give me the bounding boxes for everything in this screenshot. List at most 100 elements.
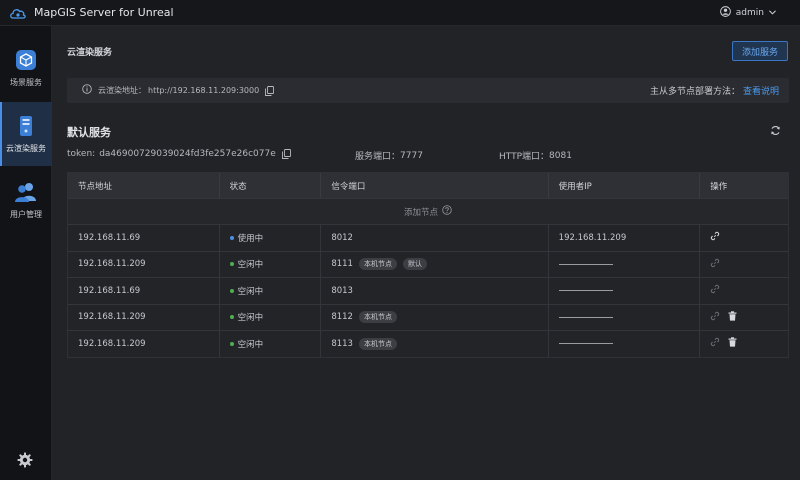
user-name: admin xyxy=(735,8,764,18)
status-text: 空闲中 xyxy=(237,260,264,271)
render-address-bar: 云渲染地址： http://192.168.11.209:3000 主从多节点部… xyxy=(67,78,789,103)
status-text: 空闲中 xyxy=(237,313,264,324)
node-address-cell: 192.168.11.209 xyxy=(68,304,220,330)
users-icon xyxy=(14,181,38,205)
empty-dash xyxy=(558,263,613,265)
sidebar-item-label: 云渲染服务 xyxy=(6,143,46,153)
signal-port: 8111 xyxy=(331,259,353,270)
signal-port-cell: 8112 本机节点 xyxy=(321,304,549,330)
link-icon[interactable] xyxy=(710,337,720,350)
top-bar: MapGIS Server for Unreal admin xyxy=(0,0,800,26)
refresh-icon[interactable] xyxy=(770,125,781,139)
service-port-info: 服务端口： 7777 xyxy=(355,149,423,163)
sidebar-item-user-management[interactable]: 用户管理 xyxy=(0,168,52,232)
actions-cell xyxy=(700,278,788,304)
trash-icon[interactable] xyxy=(728,337,737,350)
status-dot xyxy=(229,262,234,267)
signal-port-cell: 8012 xyxy=(321,225,549,251)
node-tag: 本机节点 xyxy=(358,311,397,324)
table-row: 192.168.11.69 空闲中 8013 xyxy=(68,277,788,304)
user-ip-cell xyxy=(549,278,701,304)
user-ip-cell xyxy=(549,331,701,357)
sidebar-item-scene-service[interactable]: 场景服务 xyxy=(0,36,52,100)
status-cell: 使用中 xyxy=(220,225,322,251)
node-tag: 本机节点 xyxy=(358,337,397,350)
sidebar-item-label: 场景服务 xyxy=(10,77,42,87)
app-title: MapGIS Server for Unreal xyxy=(34,6,174,19)
signal-port-cell: 8111 本机节点 默认 xyxy=(321,251,549,277)
signal-port-cell: 8113 本机节点 xyxy=(321,331,549,357)
actions-cell xyxy=(700,331,788,357)
http-port-info: HTTP端口： 8081 xyxy=(499,149,572,163)
cube-icon xyxy=(15,49,37,73)
user-ip-cell xyxy=(549,304,701,330)
sidebar-item-cloud-render[interactable]: 云渲染服务 xyxy=(0,102,52,166)
node-address-cell: 192.168.11.209 xyxy=(68,331,220,357)
render-address-label: 云渲染地址： xyxy=(98,86,146,95)
gear-icon[interactable] xyxy=(17,452,35,470)
column-header: 节点地址 xyxy=(68,173,220,198)
trash-icon[interactable] xyxy=(728,311,737,324)
user-menu[interactable]: admin xyxy=(719,0,776,26)
help-icon[interactable] xyxy=(442,205,452,218)
http-port-value: 8081 xyxy=(549,150,572,161)
signal-port: 8012 xyxy=(331,232,353,243)
column-header: 使用者IP xyxy=(549,173,701,198)
node-address-cell: 192.168.11.69 xyxy=(68,225,220,251)
status-cell: 空闲中 xyxy=(220,331,322,357)
row-actions xyxy=(710,231,720,244)
node-address: 192.168.11.209 xyxy=(78,259,146,270)
node-address-cell: 192.168.11.69 xyxy=(68,278,220,304)
empty-dash xyxy=(558,343,613,345)
copy-icon[interactable] xyxy=(265,85,275,96)
token-info: token: da46900729039024fd3fe257e26c077e xyxy=(67,149,291,159)
table-body: 192.168.11.69 使用中 8012 192.168.11.209 192.16… xyxy=(68,224,788,357)
table-row: 192.168.11.209 空闲中 8112 本机节点 xyxy=(68,303,788,331)
link-icon[interactable] xyxy=(710,311,720,324)
column-header: 状态 xyxy=(220,173,322,198)
token-label: token: xyxy=(67,149,96,159)
status-dot xyxy=(229,315,234,320)
sidebar: 场景服务 云渲染服务 用户管理 xyxy=(0,26,52,480)
column-header: 操作 xyxy=(710,181,728,192)
status-dot xyxy=(229,341,234,346)
add-node-button[interactable]: 添加节点 xyxy=(68,198,788,224)
node-tag: 本机节点 xyxy=(358,258,397,271)
row-actions xyxy=(710,258,720,271)
server-icon xyxy=(16,115,36,139)
node-address-cell: 192.168.11.209 xyxy=(68,251,220,277)
row-actions xyxy=(710,284,720,297)
node-address: 192.168.11.209 xyxy=(78,338,146,349)
link-icon[interactable] xyxy=(710,258,720,271)
table-row: 192.168.11.69 使用中 8012 192.168.11.209 xyxy=(68,224,788,251)
column-header: 信令端口 xyxy=(321,173,549,198)
table-row: 192.168.11.209 空闲中 8111 本机节点 默认 xyxy=(68,250,788,277)
status-text: 空闲中 xyxy=(237,286,264,297)
actions-cell xyxy=(700,305,788,331)
disconnect-icon[interactable] xyxy=(710,231,720,244)
link-icon[interactable] xyxy=(710,284,720,297)
status-cell: 空闲中 xyxy=(220,251,322,277)
add-service-button[interactable]: 添加服务 xyxy=(732,41,788,61)
cloud-logo-icon xyxy=(6,0,30,26)
service-port-label: 服务端口： xyxy=(355,152,401,162)
node-address: 192.168.11.69 xyxy=(78,285,141,296)
empty-dash xyxy=(558,316,613,318)
status-cell: 空闲中 xyxy=(220,304,322,330)
add-node-label: 添加节点 xyxy=(403,207,438,218)
user-ip-cell: 192.168.11.209 xyxy=(549,225,701,251)
signal-port: 8113 xyxy=(331,338,353,349)
copy-icon[interactable] xyxy=(281,149,291,159)
deploy-help-text: 主从多节点部署方法： xyxy=(649,87,740,97)
node-table: 节点地址 状态 信令端口 使用者IP 操作 添加节点 192.168.11.69… xyxy=(67,172,789,358)
service-name: 默认服务 xyxy=(67,126,111,139)
deploy-help-link[interactable]: 查看说明 xyxy=(743,84,779,97)
status-text: 空闲中 xyxy=(237,339,264,350)
service-port-value: 7777 xyxy=(400,150,423,161)
signal-port: 8112 xyxy=(331,312,353,323)
http-port-label: HTTP端口： xyxy=(499,152,550,162)
main-content: 云渲染服务 添加服务 云渲染地址： http://192.168.11.209:… xyxy=(52,26,800,480)
status-text: 使用中 xyxy=(237,233,264,244)
sidebar-item-label: 用户管理 xyxy=(10,209,42,219)
table-header: 节点地址 状态 信令端口 使用者IP 操作 xyxy=(68,173,788,198)
